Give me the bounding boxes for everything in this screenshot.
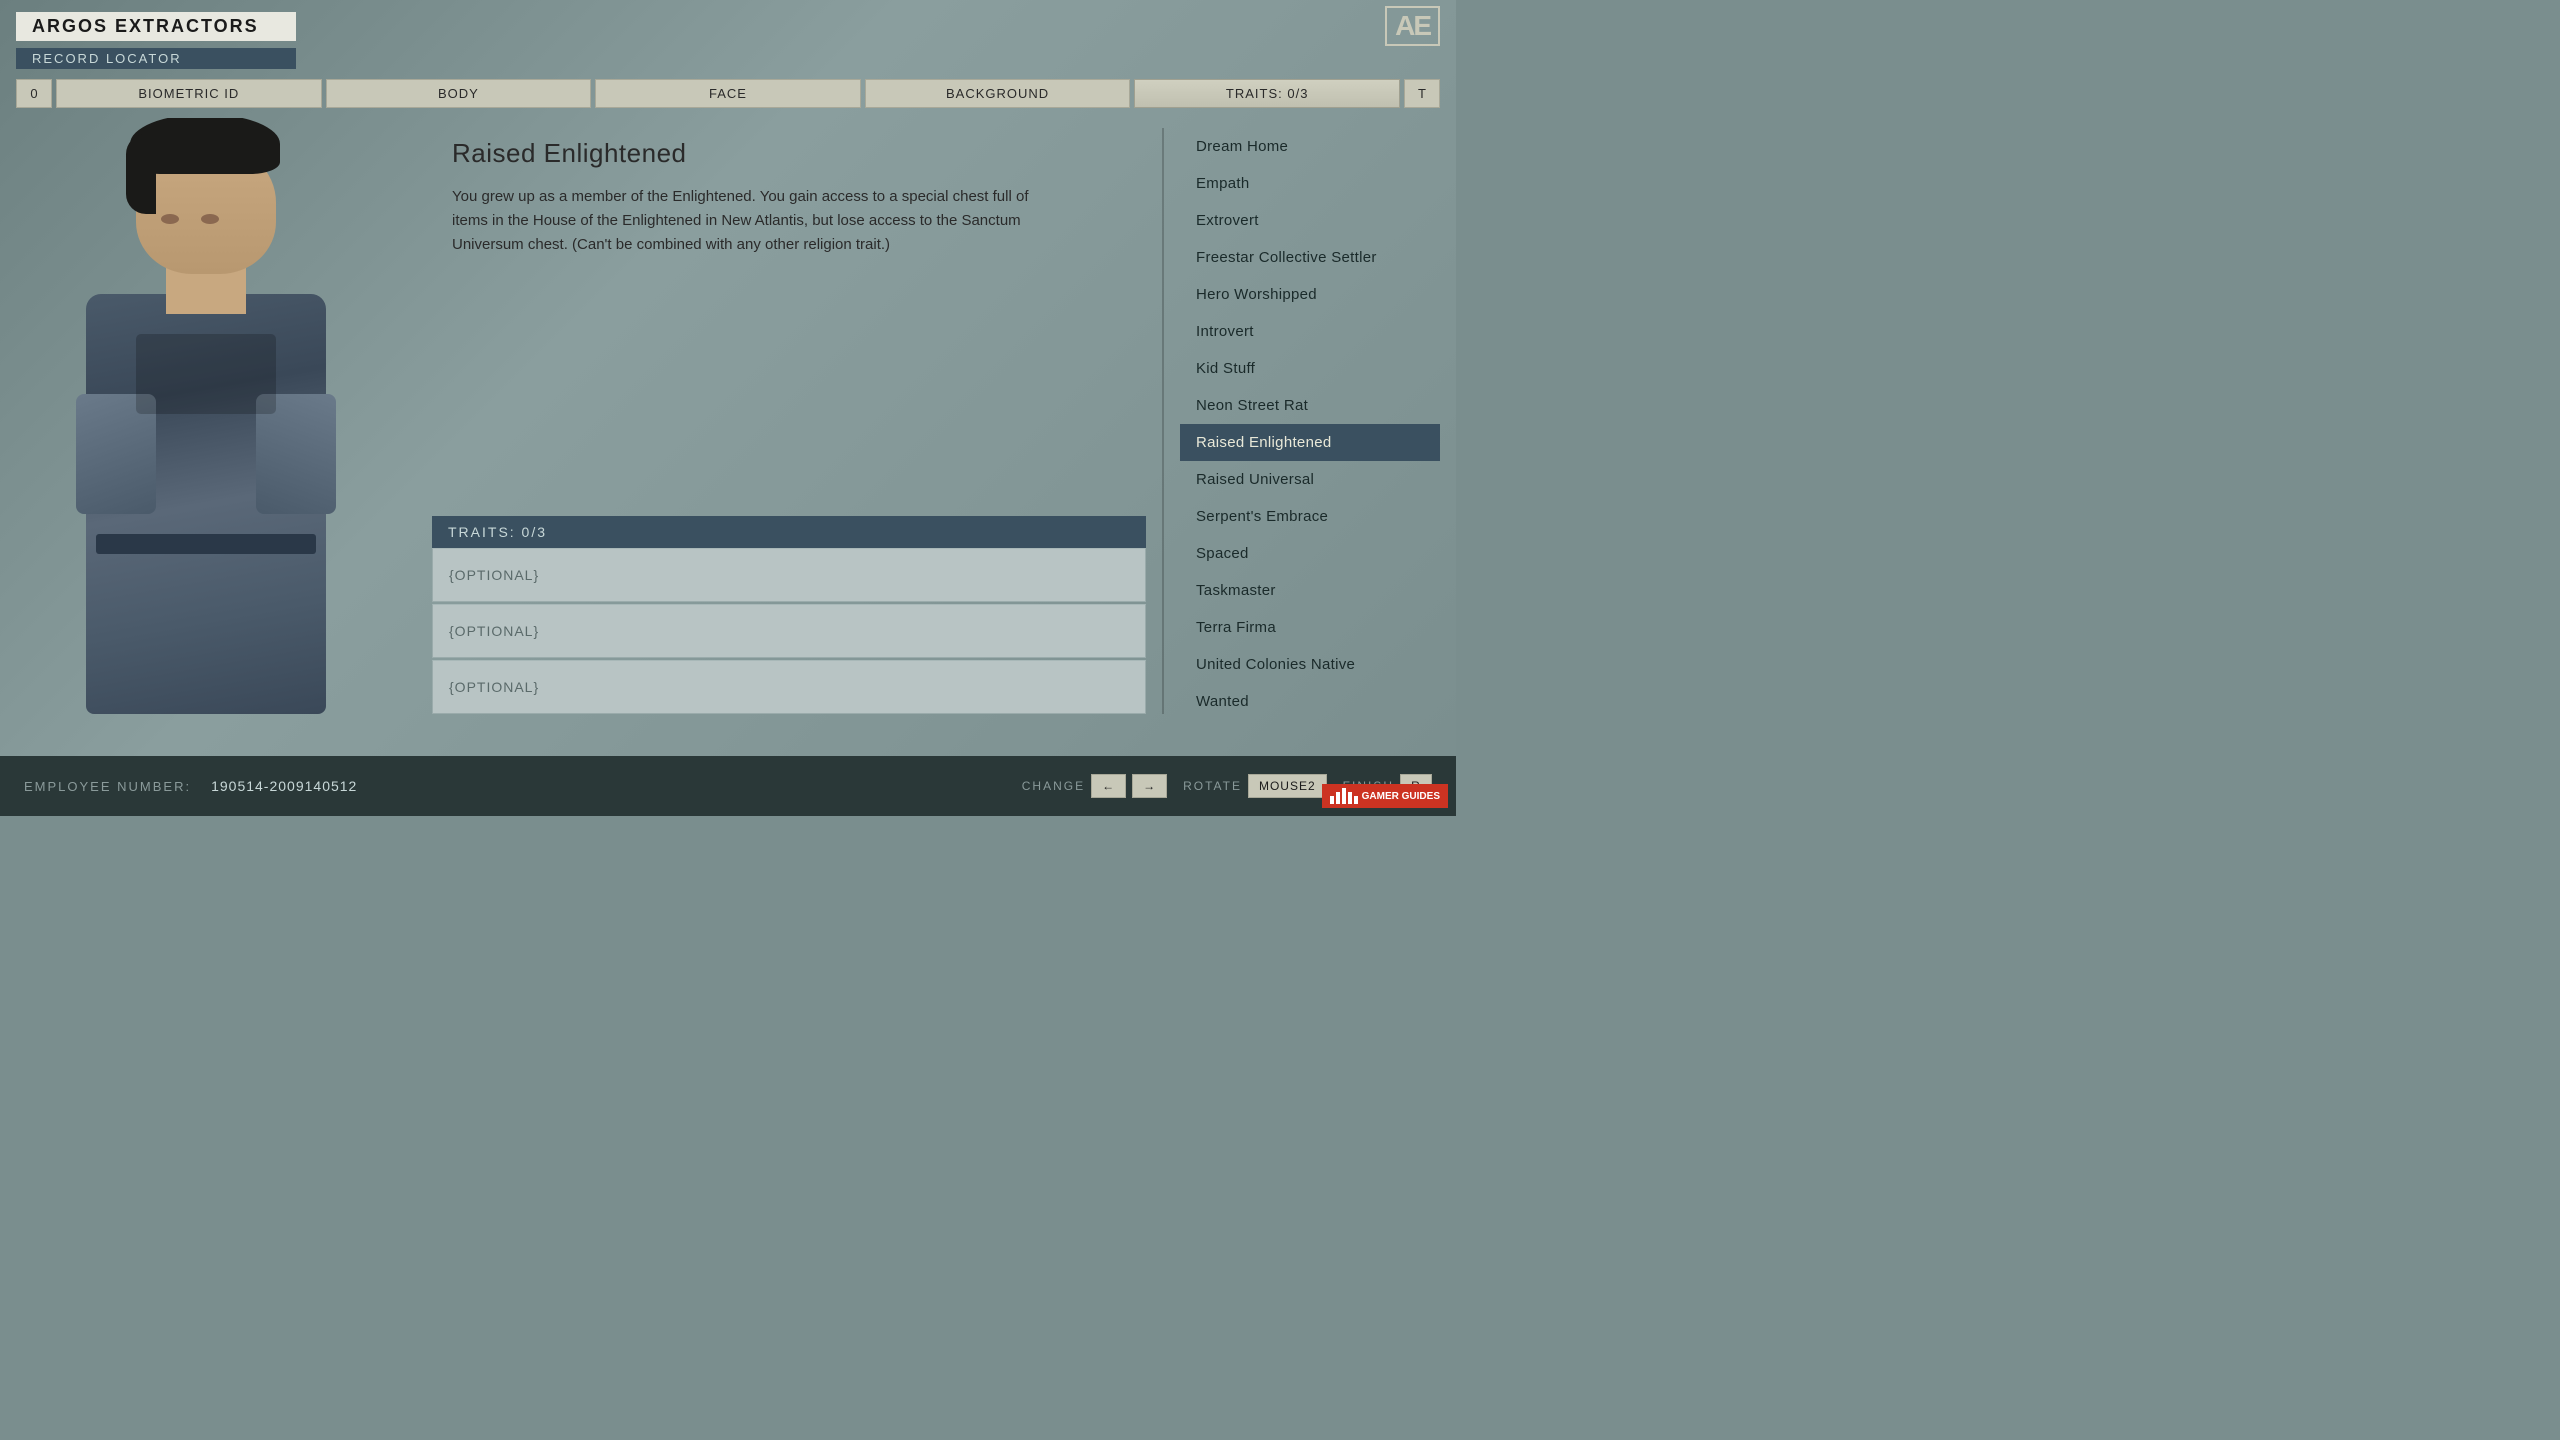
tab-face[interactable]: FACE [595, 79, 861, 108]
bottom-bar: EMPLOYEE NUMBER: 190514-2009140512 CHANG… [0, 756, 1456, 816]
trait-list-item-taskmaster[interactable]: Taskmaster [1180, 572, 1440, 609]
trait-slot-2[interactable]: {OPTIONAL} [432, 604, 1146, 658]
trait-list-item-kid-stuff[interactable]: Kid Stuff [1180, 350, 1440, 387]
bar-3 [1342, 788, 1346, 804]
company-row: ARGOS EXTRACTORS AE [16, 6, 1440, 46]
character-area [16, 118, 416, 714]
employee-label: EMPLOYEE NUMBER: [24, 779, 191, 794]
bar-4 [1348, 792, 1352, 804]
watermark-bars [1330, 788, 1358, 804]
trait-list-item-raised-enlightened[interactable]: Raised Enlightened [1180, 424, 1440, 461]
main-content: Raised Enlightened You grew up as a memb… [0, 118, 1456, 714]
trait-list-item-serpents-embrace[interactable]: Serpent's Embrace [1180, 498, 1440, 535]
traits-slots-container: TRAITS: 0/3 {OPTIONAL} {OPTIONAL} {OPTIO… [432, 516, 1146, 714]
ae-logo: AE [1385, 6, 1440, 46]
trait-list-item-spaced[interactable]: Spaced [1180, 535, 1440, 572]
watermark: GAMER GUIDES [1322, 784, 1448, 808]
tab-body[interactable]: BODY [326, 79, 592, 108]
trait-list-item-introvert[interactable]: Introvert [1180, 313, 1440, 350]
bar-1 [1330, 796, 1334, 804]
company-name: ARGOS EXTRACTORS [16, 12, 296, 41]
nav-left-button[interactable]: 0 [16, 79, 52, 108]
trait-description-area: Raised Enlightened You grew up as a memb… [432, 138, 1146, 516]
record-locator: RECORD LOCATOR [16, 48, 296, 69]
trait-list-item-empath[interactable]: Empath [1180, 165, 1440, 202]
chest-detail [136, 334, 276, 414]
trait-list-item-hero-worshipped[interactable]: Hero Worshipped [1180, 276, 1440, 313]
eye-right [201, 214, 219, 224]
trait-title: Raised Enlightened [452, 138, 1126, 169]
employee-number: 190514-2009140512 [211, 778, 357, 794]
nav-tabs: 0 BIOMETRIC ID BODY FACE BACKGROUND TRAI… [0, 69, 1456, 118]
trait-list-item-united-colonies[interactable]: United Colonies Native [1180, 646, 1440, 683]
bar-2 [1336, 792, 1340, 804]
trait-list-sidebar: Dream HomeEmpathExtrovertFreestar Collec… [1180, 118, 1440, 714]
tab-background[interactable]: BACKGROUND [865, 79, 1131, 108]
tab-traits[interactable]: TRAITS: 0/3 [1134, 79, 1400, 108]
change-label: CHANGE [1022, 779, 1085, 793]
trait-list-item-extrovert[interactable]: Extrovert [1180, 202, 1440, 239]
character-portrait [26, 194, 406, 714]
trait-list-item-neon-street-rat[interactable]: Neon Street Rat [1180, 387, 1440, 424]
trait-list-item-freestar[interactable]: Freestar Collective Settler [1180, 239, 1440, 276]
watermark-text: GAMER GUIDES [1362, 791, 1440, 802]
trait-list-item-raised-universal[interactable]: Raised Universal [1180, 461, 1440, 498]
top-header: ARGOS EXTRACTORS AE RECORD LOCATOR [0, 0, 1456, 69]
rotate-key[interactable]: MOUSE2 [1248, 774, 1327, 798]
trait-description: You grew up as a member of the Enlighten… [452, 185, 1032, 257]
center-content: Raised Enlightened You grew up as a memb… [432, 118, 1146, 714]
trait-slot-1[interactable]: {OPTIONAL} [432, 548, 1146, 602]
trait-list-item-terra-firma[interactable]: Terra Firma [1180, 609, 1440, 646]
rotate-action-group: ROTATE MOUSE2 [1183, 774, 1327, 798]
nav-right-button[interactable]: T [1404, 79, 1440, 108]
change-key-left[interactable]: ← [1091, 774, 1126, 798]
eye-left [161, 214, 179, 224]
trait-list-item-dream-home[interactable]: Dream Home [1180, 128, 1440, 165]
tab-biometric[interactable]: BIOMETRIC ID [56, 79, 322, 108]
record-locator-row: RECORD LOCATOR [16, 48, 1440, 69]
change-key-right[interactable]: → [1132, 774, 1167, 798]
belt [96, 534, 316, 554]
traits-panel-header: TRAITS: 0/3 [432, 516, 1146, 548]
sidebar-divider [1162, 128, 1164, 714]
character-figure [56, 214, 356, 714]
bar-5 [1354, 796, 1358, 804]
trait-slot-3[interactable]: {OPTIONAL} [432, 660, 1146, 714]
rotate-label: ROTATE [1183, 779, 1242, 793]
hair-left-side [126, 134, 156, 214]
change-action-group: CHANGE ← → [1022, 774, 1167, 798]
trait-list-item-wanted[interactable]: Wanted [1180, 683, 1440, 714]
